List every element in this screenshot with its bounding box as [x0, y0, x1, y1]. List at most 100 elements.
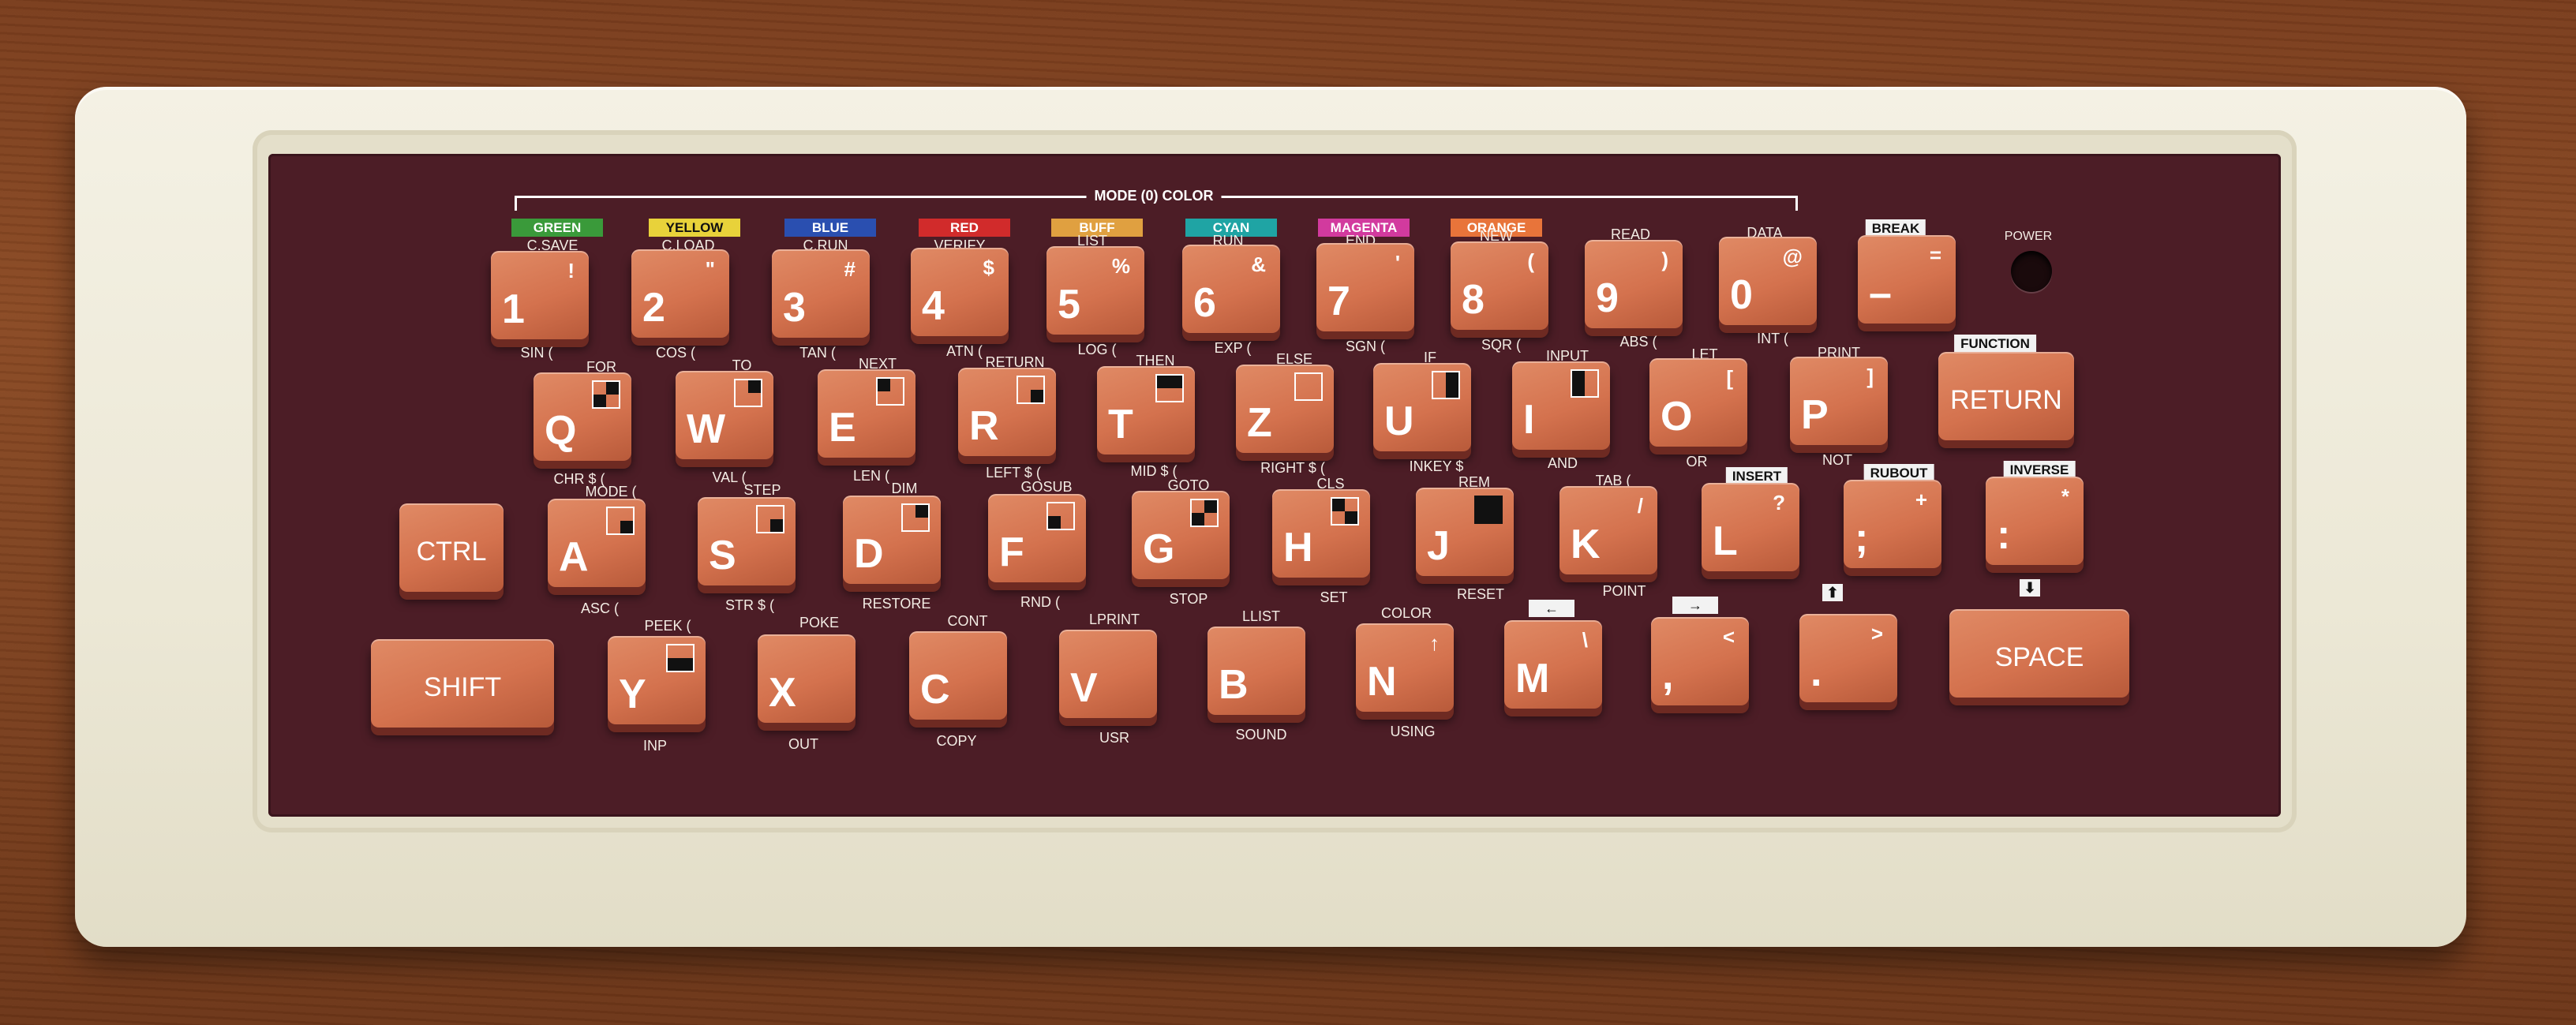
key-t[interactable]: T: [1097, 366, 1195, 455]
key-d[interactable]: D: [843, 496, 941, 584]
key-v-above: LPRINT: [1088, 612, 1140, 627]
key-n[interactable]: N ↑: [1356, 623, 1454, 712]
key-n-below: USING: [1390, 724, 1436, 739]
key-s-main: S: [709, 533, 736, 578]
key-colon-sym: *: [2061, 484, 2069, 508]
key-q-main: Q: [545, 408, 577, 454]
key-l-main: L: [1713, 518, 1738, 564]
key-q[interactable]: Q: [534, 372, 631, 461]
key-v[interactable]: V: [1059, 630, 1157, 718]
key-5[interactable]: 5%: [1046, 246, 1144, 335]
color-chip-green: GREEN: [511, 219, 603, 237]
key-return[interactable]: RETURN: [1938, 352, 2074, 440]
key-period[interactable]: . >: [1799, 614, 1897, 702]
key-u-main: U: [1384, 398, 1414, 444]
key-l[interactable]: L?: [1702, 483, 1799, 571]
key-d-graphic: [901, 503, 930, 532]
key-h-graphic: [1331, 497, 1359, 526]
key-m[interactable]: M \: [1504, 620, 1602, 709]
key-u[interactable]: U: [1373, 363, 1471, 451]
key-i[interactable]: I: [1512, 361, 1610, 450]
key-c-main: C: [920, 667, 950, 713]
key-o-sym: [: [1726, 366, 1733, 390]
key-g[interactable]: G: [1132, 491, 1230, 579]
key-c[interactable]: C: [909, 631, 1007, 720]
key-9[interactable]: 9): [1585, 240, 1683, 328]
key-t-below: MID $ (: [1130, 463, 1178, 479]
key-x-below: OUT: [788, 736, 818, 752]
key-6-main: 6: [1193, 280, 1216, 326]
key-7-below: SGN (: [1345, 339, 1386, 354]
key-comma-main: ,: [1662, 653, 1674, 698]
key-m-main: M: [1515, 656, 1550, 701]
key-s-above: STEP: [743, 482, 781, 498]
key-colon-main: :: [1997, 512, 2011, 558]
key-4-below: ATN (: [946, 343, 983, 359]
key-shift[interactable]: SHIFT: [371, 639, 554, 728]
key-period-sym: >: [1870, 622, 1883, 645]
key-j[interactable]: J: [1416, 488, 1514, 576]
cursor-right-arrow-icon: →: [1672, 597, 1718, 614]
key-w[interactable]: W: [676, 371, 773, 459]
key-j-below: RESET: [1456, 586, 1505, 602]
cursor-up-arrow-icon: ⬆: [1822, 584, 1843, 601]
key-r-main: R: [969, 403, 999, 449]
key-t-graphic: [1155, 374, 1184, 402]
key-8[interactable]: 8(: [1451, 241, 1548, 330]
key-semicolon-main: ;: [1855, 515, 1869, 561]
key-w-main: W: [687, 406, 726, 452]
key-s-below: STR $ (: [724, 597, 775, 613]
key-r[interactable]: R: [958, 368, 1056, 456]
key-w-below: VAL (: [712, 469, 747, 485]
key-v-main: V: [1070, 665, 1098, 711]
key-3[interactable]: 3 #: [772, 249, 870, 338]
key-0[interactable]: 0 @: [1719, 237, 1817, 325]
key-4[interactable]: 4 $: [911, 248, 1009, 336]
key-e[interactable]: E: [818, 369, 915, 458]
key-x[interactable]: X: [758, 634, 856, 723]
key-u-graphic: [1432, 371, 1460, 399]
key-x-above: POKE: [799, 615, 840, 630]
key-minus-main: –: [1869, 271, 1892, 316]
key-0-main: 0: [1730, 272, 1753, 318]
key-y[interactable]: Y: [608, 636, 706, 724]
key-g-graphic: [1190, 499, 1219, 527]
key-c-above: CONT: [947, 613, 988, 629]
key-ctrl-main: CTRL: [416, 537, 487, 567]
key-3-below: TAN (: [799, 345, 836, 361]
color-chip-blue: BLUE: [784, 219, 876, 237]
key-comma[interactable]: , <: [1651, 617, 1749, 705]
mode-color-label: MODE (0) COLOR: [1086, 188, 1222, 204]
key-s[interactable]: S: [698, 497, 796, 585]
key-semicolon[interactable]: ; +: [1844, 480, 1941, 568]
key-b-below: SOUND: [1235, 727, 1287, 743]
key-k-main: K: [1571, 522, 1601, 567]
key-4-sym: $: [983, 256, 994, 279]
key-a[interactable]: A: [548, 499, 646, 587]
key-comma-sym: <: [1722, 625, 1735, 649]
key-k[interactable]: K /: [1559, 486, 1657, 574]
key-z[interactable]: Z: [1236, 365, 1334, 453]
key-2-main: 2: [642, 285, 665, 331]
power-led: [2011, 251, 2052, 292]
key-2[interactable]: 2 ": [631, 249, 729, 338]
key-minus[interactable]: – =: [1858, 235, 1956, 324]
key-colon[interactable]: : *: [1986, 477, 2084, 565]
key-a-main: A: [559, 534, 589, 580]
key-r-graphic: [1017, 376, 1045, 404]
key-ctrl[interactable]: CTRL: [399, 503, 504, 592]
key-shift-main: SHIFT: [423, 672, 502, 702]
key-p[interactable]: P]: [1790, 357, 1888, 445]
key-h[interactable]: H: [1272, 489, 1370, 578]
key-1[interactable]: 1!: [491, 251, 589, 339]
key-o[interactable]: O[: [1649, 358, 1747, 447]
key-7[interactable]: 7 ': [1316, 243, 1414, 331]
key-b[interactable]: B: [1208, 627, 1305, 715]
key-2-below: COS (: [655, 345, 696, 361]
key-space[interactable]: SPACE: [1949, 609, 2129, 698]
key-6[interactable]: 6 &: [1182, 245, 1280, 333]
key-a-graphic: [606, 507, 635, 535]
key-f[interactable]: F: [988, 494, 1086, 582]
key-o-main: O: [1661, 394, 1693, 440]
key-f-main: F: [999, 529, 1024, 575]
